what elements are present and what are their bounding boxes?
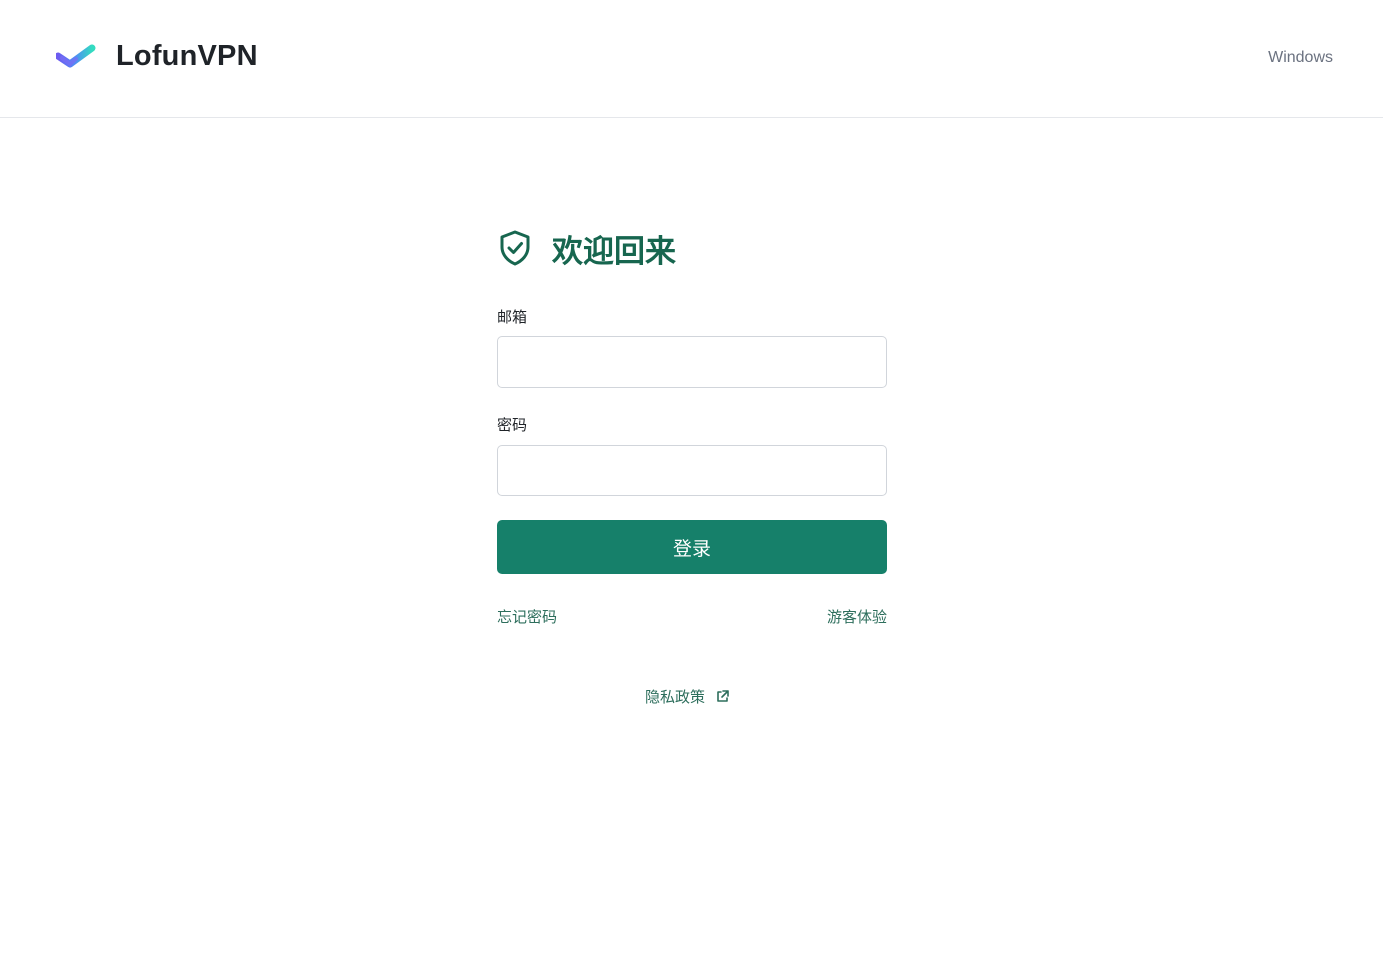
email-input[interactable]	[497, 336, 887, 388]
check-logo-icon[interactable]	[56, 44, 96, 72]
platform-link[interactable]: Windows	[1268, 49, 1333, 67]
app-header: LofunVPN Windows	[0, 0, 1383, 118]
login-title: 欢迎回来	[552, 233, 676, 270]
privacy-policy-label: 隐私政策	[645, 688, 706, 706]
forgot-password-link[interactable]: 忘记密码	[497, 606, 557, 627]
app-brand-name[interactable]: LofunVPN	[116, 40, 258, 73]
external-link-icon	[717, 690, 729, 702]
email-label: 邮箱	[497, 308, 528, 326]
guest-mode-link[interactable]: 游客体验	[827, 606, 887, 627]
password-input[interactable]	[497, 445, 887, 496]
login-button[interactable]: 登录	[497, 520, 887, 574]
shield-check-icon	[500, 230, 530, 266]
login-title-row: 欢迎回来	[497, 226, 676, 270]
password-label: 密码	[497, 416, 528, 434]
privacy-policy-link[interactable]: 隐私政策	[645, 686, 730, 707]
